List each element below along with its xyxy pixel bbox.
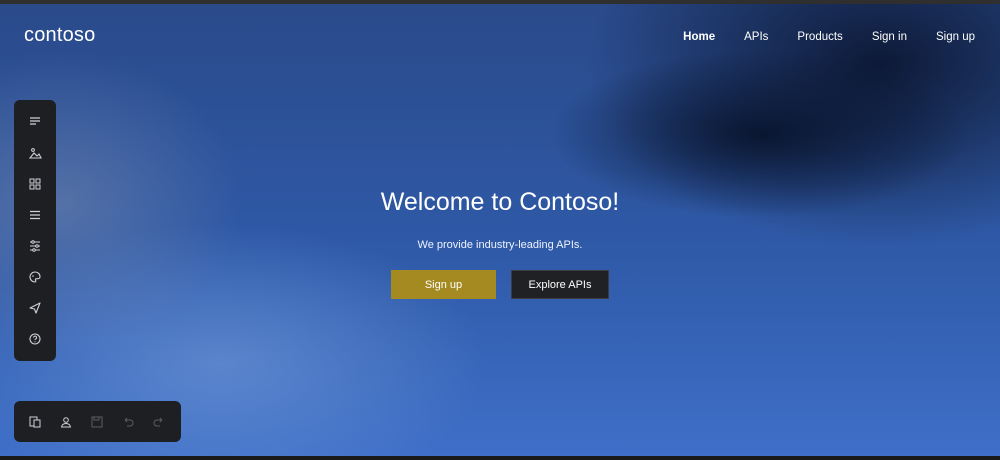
- save-icon[interactable]: [87, 412, 107, 432]
- hero-title: Welcome to Contoso!: [380, 188, 620, 216]
- nav-products-link[interactable]: Products: [797, 31, 842, 43]
- hero-buttons: Sign up Explore APIs: [0, 270, 1000, 299]
- hero-section: contoso Home APIs Products Sign in Sign …: [0, 4, 1000, 456]
- palette-icon[interactable]: [25, 267, 45, 287]
- editor-side-toolbar: [14, 100, 56, 361]
- editor-bottom-toolbar: [14, 401, 181, 442]
- nav-apis-link[interactable]: APIs: [744, 31, 768, 43]
- pages-icon[interactable]: [25, 412, 45, 432]
- user-icon[interactable]: [56, 412, 76, 432]
- hero-subtitle: We provide industry-leading APIs.: [417, 239, 583, 251]
- publish-icon[interactable]: [25, 298, 45, 318]
- media-icon[interactable]: [25, 143, 45, 163]
- nav-sign-up-link[interactable]: Sign up: [936, 31, 975, 43]
- main-nav: Home APIs Products Sign in Sign up: [654, 31, 975, 43]
- nav-home-link[interactable]: Home: [683, 31, 715, 43]
- explore-apis-button[interactable]: Explore APIs: [511, 270, 609, 299]
- sign-up-button[interactable]: Sign up: [391, 270, 496, 299]
- menu-icon[interactable]: [25, 205, 45, 225]
- text-icon[interactable]: [25, 112, 45, 132]
- hero-content: Welcome to Contoso! We provide industry-…: [0, 188, 1000, 299]
- contoso-logo[interactable]: contoso: [24, 24, 95, 47]
- undo-icon[interactable]: [118, 412, 138, 432]
- layout-icon[interactable]: [25, 174, 45, 194]
- settings-sliders-icon[interactable]: [25, 236, 45, 256]
- nav-sign-in-link[interactable]: Sign in: [872, 31, 907, 43]
- help-icon[interactable]: [25, 329, 45, 349]
- redo-icon[interactable]: [149, 412, 169, 432]
- window-bottom-edge: [0, 456, 1000, 460]
